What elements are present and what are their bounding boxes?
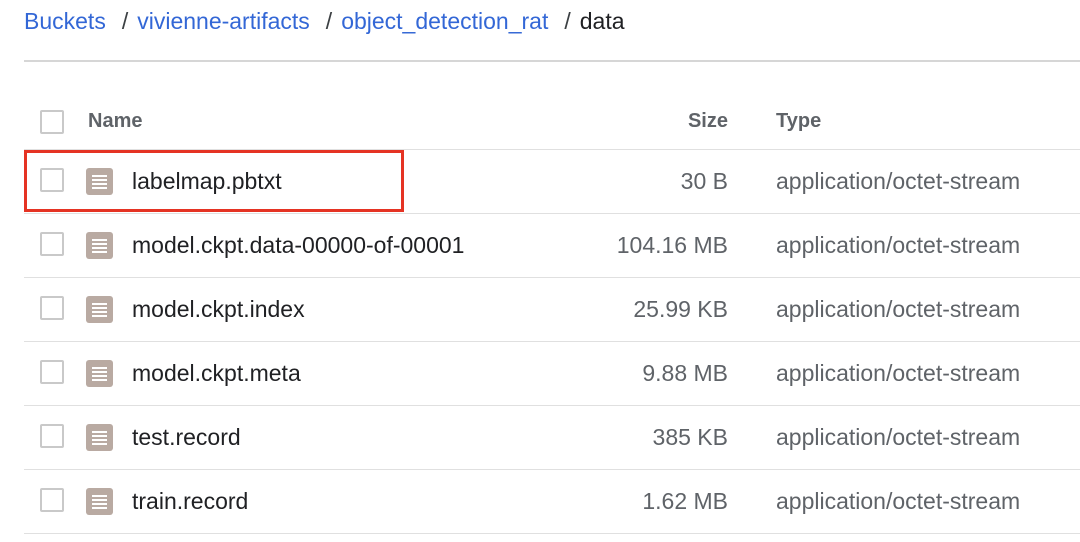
row-checkbox[interactable] <box>40 232 64 256</box>
table-row: model.ckpt.index 25.99 KB application/oc… <box>24 278 1080 342</box>
file-type: application/octet-stream <box>776 360 1021 386</box>
file-size: 25.99 KB <box>633 296 728 322</box>
select-all-checkbox[interactable] <box>40 110 64 134</box>
table-row: model.ckpt.meta 9.88 MB application/octe… <box>24 342 1080 406</box>
file-name-link[interactable]: test.record <box>132 406 241 469</box>
file-type: application/octet-stream <box>776 296 1021 322</box>
row-checkbox[interactable] <box>40 424 64 448</box>
breadcrumb-separator: / <box>325 7 333 34</box>
file-size: 9.88 MB <box>642 360 728 386</box>
column-header-size[interactable]: Size <box>688 94 728 149</box>
objects-table: Name Size Type labelmap.pbtxt 30 B appli… <box>24 94 1080 534</box>
breadcrumb-buckets-link[interactable]: Buckets <box>24 8 106 35</box>
file-name-link[interactable]: train.record <box>132 470 248 533</box>
file-name-link[interactable]: model.ckpt.data-00000-of-00001 <box>132 214 464 277</box>
divider <box>24 60 1080 62</box>
table-row: test.record 385 KB application/octet-str… <box>24 406 1080 470</box>
file-size: 104.16 MB <box>616 232 728 258</box>
file-size: 30 B <box>680 168 728 194</box>
row-checkbox[interactable] <box>40 488 64 512</box>
file-type: application/octet-stream <box>776 488 1021 514</box>
table-row: labelmap.pbtxt 30 B application/octet-st… <box>24 150 1080 214</box>
file-icon <box>86 296 113 323</box>
breadcrumb-separator: / <box>121 7 129 34</box>
file-icon <box>86 168 113 195</box>
file-type: application/octet-stream <box>776 168 1021 194</box>
table-row: train.record 1.62 MB application/octet-s… <box>24 470 1080 534</box>
file-icon <box>86 232 113 259</box>
file-name-link[interactable]: model.ckpt.index <box>132 278 305 341</box>
breadcrumb-separator: / <box>564 7 571 34</box>
file-type: application/octet-stream <box>776 232 1021 258</box>
breadcrumb: Buckets / vivienne-artifacts / object_de… <box>24 6 625 36</box>
breadcrumb-current: data <box>579 7 625 34</box>
file-type: application/octet-stream <box>776 424 1021 450</box>
file-icon <box>86 488 113 515</box>
file-name-link[interactable]: model.ckpt.meta <box>132 342 301 405</box>
table-header: Name Size Type <box>24 94 1080 150</box>
column-header-name[interactable]: Name <box>88 94 142 149</box>
row-checkbox[interactable] <box>40 296 64 320</box>
file-size: 385 KB <box>652 424 728 450</box>
table-row: model.ckpt.data-00000-of-00001 104.16 MB… <box>24 214 1080 278</box>
breadcrumb-folder-link[interactable]: object_detection_rat <box>341 8 548 35</box>
row-checkbox[interactable] <box>40 360 64 384</box>
file-size: 1.62 MB <box>642 488 728 514</box>
file-name-link[interactable]: labelmap.pbtxt <box>132 150 282 213</box>
file-icon <box>86 424 113 451</box>
breadcrumb-bucket-link[interactable]: vivienne-artifacts <box>137 8 310 35</box>
file-icon <box>86 360 113 387</box>
row-checkbox[interactable] <box>40 168 64 192</box>
column-header-type[interactable]: Type <box>776 94 821 149</box>
